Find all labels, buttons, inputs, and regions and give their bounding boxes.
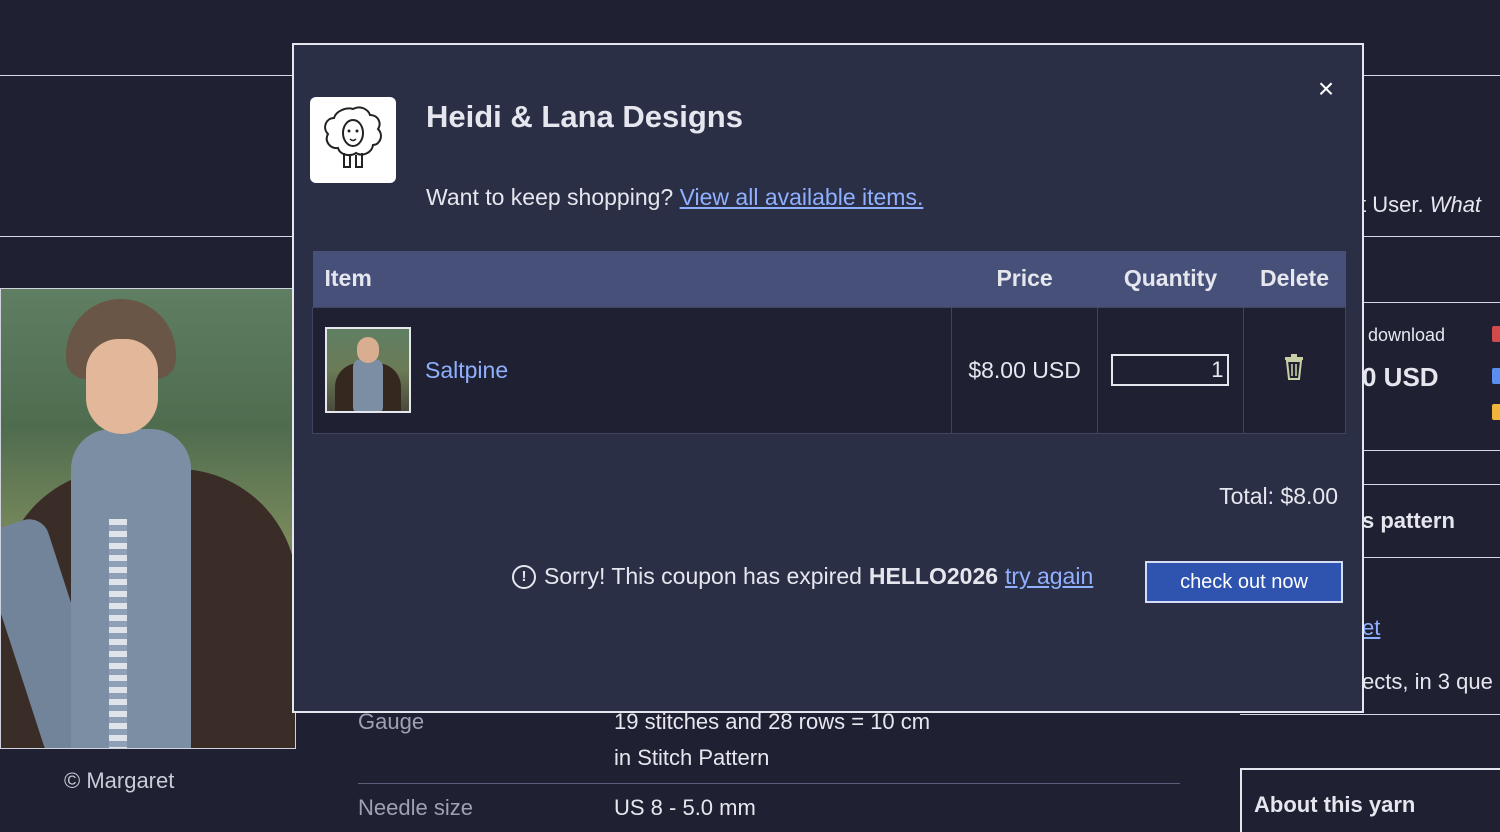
divider	[1364, 302, 1500, 303]
pattern-heading-partial: s pattern	[1362, 508, 1455, 533]
quantity-cell	[1097, 306, 1244, 434]
shop-name: Heidi & Lana Designs	[426, 99, 743, 134]
divider	[1364, 484, 1500, 485]
divider	[1240, 714, 1500, 715]
user-note: t User. What	[1360, 192, 1482, 217]
sidebar-link-partial[interactable]: et	[1362, 615, 1380, 641]
divider	[0, 75, 292, 76]
item-thumbnail[interactable]	[325, 327, 411, 413]
shop-logo[interactable]	[310, 97, 396, 183]
try-again-link[interactable]: try again	[1005, 563, 1093, 590]
quantity-input[interactable]	[1111, 354, 1230, 386]
header-item: Item	[312, 251, 952, 307]
about-yarn-heading: About this yarn	[1254, 792, 1416, 817]
item-name-link[interactable]: Saltpine	[425, 357, 508, 384]
gauge-value-line-2: in Stitch Pattern	[614, 745, 770, 770]
divider	[1364, 557, 1500, 558]
item-cell: Saltpine	[311, 306, 953, 434]
warning-icon: !	[512, 564, 536, 589]
divider	[1364, 450, 1500, 451]
coupon-error: ! Sorry! This coupon has expired HELLO20…	[512, 563, 1093, 590]
divider	[1364, 75, 1500, 76]
coupon-code: HELLO2026	[868, 563, 999, 589]
cart-modal: × Heidi & Lana Designs Want to keep shop…	[292, 43, 1364, 713]
cart-total: Total: $8.00	[1219, 483, 1338, 509]
photo-caption: © Margaret	[64, 768, 175, 793]
needle-size-label: Needle size	[358, 795, 473, 820]
cart-icon[interactable]	[1492, 368, 1500, 384]
gift-icon[interactable]	[1492, 404, 1500, 420]
table-row: Saltpine $8.00 USD	[311, 306, 1347, 434]
price-partial: 0 USD	[1362, 362, 1439, 392]
divider	[358, 783, 1180, 784]
header-quantity: Quantity	[1097, 251, 1244, 307]
keep-shopping-line: Want to keep shopping? View all availabl…	[426, 184, 923, 211]
view-all-items-link[interactable]: View all available items.	[680, 184, 924, 210]
about-yarn-box: About this yarn	[1240, 768, 1500, 832]
pattern-photo[interactable]	[0, 288, 296, 749]
heart-icon[interactable]	[1492, 326, 1500, 342]
divider	[1364, 236, 1500, 237]
item-price: $8.00 USD	[951, 306, 1098, 434]
divider	[0, 236, 292, 237]
close-button[interactable]: ×	[1312, 75, 1340, 103]
delete-cell	[1242, 306, 1347, 434]
sheep-icon	[324, 106, 382, 168]
header-price: Price	[951, 251, 1098, 307]
coupon-message: Sorry! This coupon has expired	[544, 563, 862, 589]
header-delete: Delete	[1243, 251, 1346, 307]
checkout-button[interactable]: check out now	[1145, 561, 1343, 603]
trash-icon[interactable]	[1283, 354, 1305, 386]
download-label: download	[1368, 325, 1446, 345]
projects-text-partial: ects, in 3 que	[1362, 669, 1493, 694]
keep-shopping-text: Want to keep shopping?	[426, 184, 674, 210]
cart-table: Item Price Quantity Delete Saltpine $8.0…	[311, 251, 1347, 434]
table-header-row: Item Price Quantity Delete	[312, 251, 1346, 307]
needle-size-value: US 8 - 5.0 mm	[614, 795, 756, 820]
